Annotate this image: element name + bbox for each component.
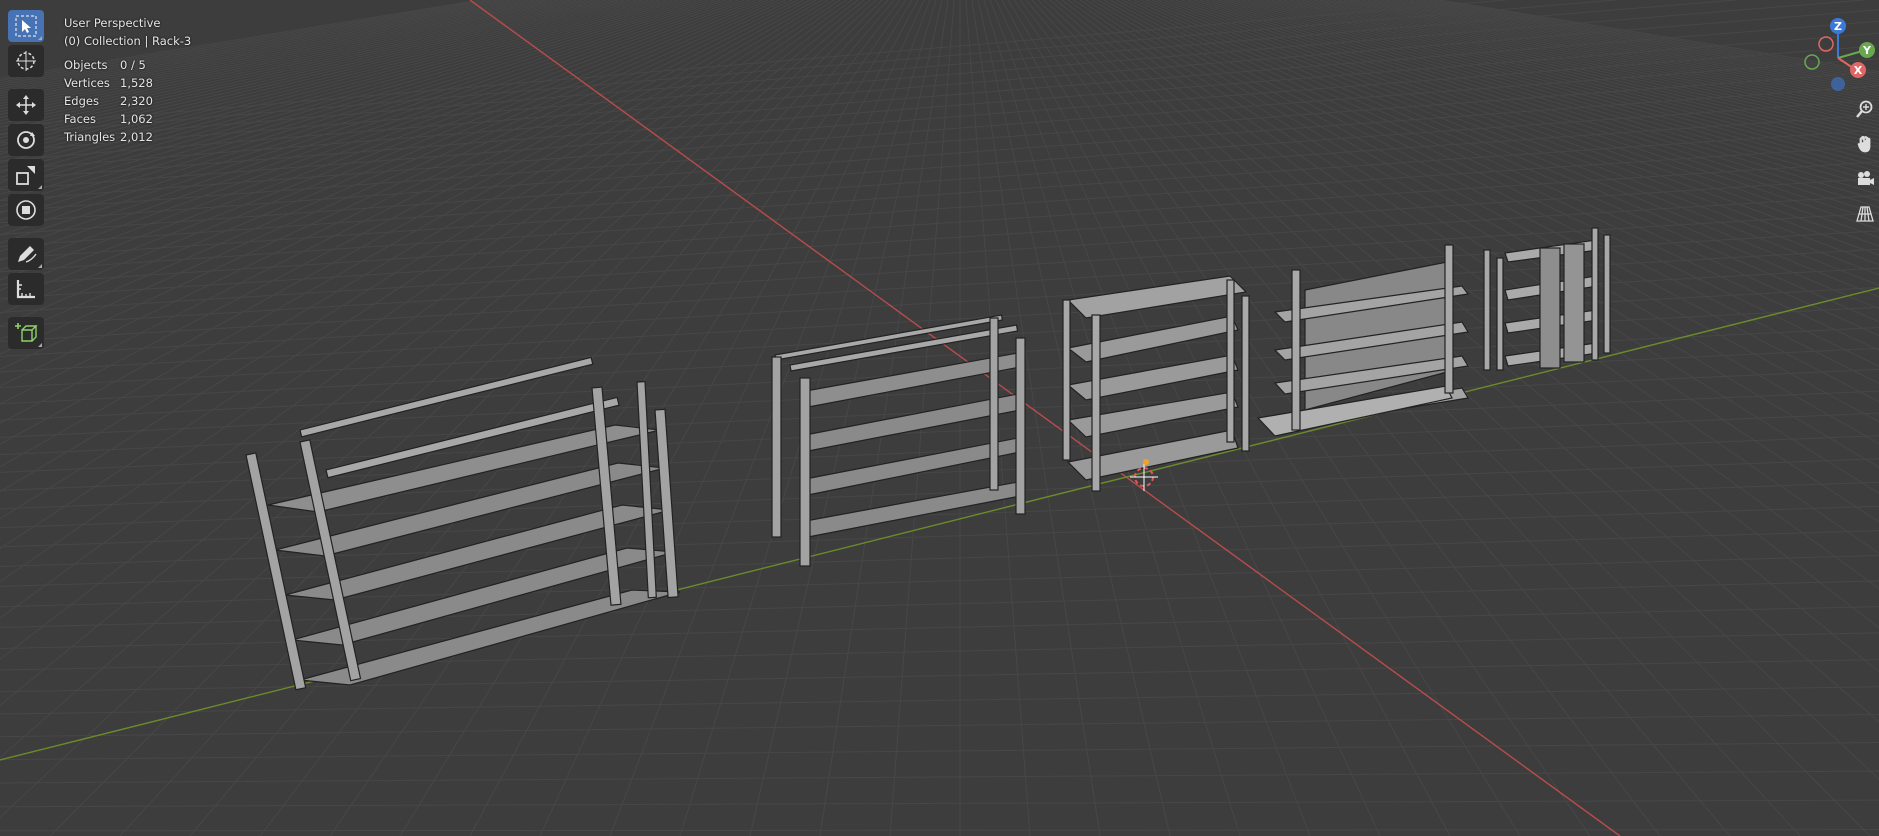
collection-info: (0) Collection | Rack-3 xyxy=(64,34,192,48)
camera-icon xyxy=(1858,171,1874,185)
stat-label: Vertices xyxy=(64,76,110,90)
view-name: User Perspective xyxy=(64,16,161,30)
rotate-icon xyxy=(17,131,35,149)
scene-statistics: Objects 0 / 5 Vertices 1,528 Edges 2,320… xyxy=(64,56,191,146)
gizmo-neg-x[interactable] xyxy=(1818,36,1834,52)
gizmo-x-axis[interactable]: X xyxy=(1850,62,1866,78)
transform-icon xyxy=(16,200,36,220)
stat-label: Faces xyxy=(64,112,96,126)
crosshair-cursor-icon xyxy=(16,51,36,71)
stat-label: Objects xyxy=(64,58,108,72)
rack-model-5[interactable] xyxy=(1483,227,1611,371)
stat-row-faces: Faces 1,062 xyxy=(64,110,191,128)
rotate-tool[interactable] xyxy=(8,124,44,156)
stat-value: 2,012 xyxy=(120,130,153,144)
stat-label: Edges xyxy=(64,94,99,108)
viewport-nav-buttons xyxy=(1852,96,1879,236)
gizmo-y-axis[interactable]: Y xyxy=(1859,42,1875,58)
gizmo-y-label: Y xyxy=(1862,44,1872,57)
measure-tool[interactable] xyxy=(8,273,44,305)
select-cursor-icon xyxy=(15,15,37,37)
stat-row-triangles: Triangles 2,012 xyxy=(64,128,191,146)
rack-model-4[interactable] xyxy=(1256,244,1470,437)
stat-value: 0 / 5 xyxy=(120,58,146,72)
add-cube-icon xyxy=(15,323,38,342)
stat-value: 1,062 xyxy=(120,112,153,126)
scale-icon xyxy=(16,166,35,185)
stat-row-vertices: Vertices 1,528 xyxy=(64,74,191,92)
select-box-tool[interactable] xyxy=(8,10,44,42)
stat-row-edges: Edges 2,320 xyxy=(64,92,191,110)
3d-viewport[interactable] xyxy=(0,0,1879,836)
hand-pan-icon xyxy=(1857,135,1871,153)
camera-view-button[interactable] xyxy=(1852,166,1878,192)
move-arrows-icon xyxy=(16,95,36,115)
zoom-button[interactable] xyxy=(1852,96,1878,122)
gizmo-neg-y[interactable] xyxy=(1804,54,1820,70)
rack-model-1[interactable] xyxy=(245,356,681,691)
transform-tool[interactable] xyxy=(8,194,44,226)
stat-value: 1,528 xyxy=(120,76,153,90)
pencil-icon xyxy=(18,246,37,263)
viewport-info-overlay: User Perspective (0) Collection | Rack-3… xyxy=(64,14,191,146)
navigation-gizmo[interactable]: Z Y X xyxy=(1800,14,1876,96)
ruler-icon xyxy=(16,280,35,299)
stat-label: Triangles xyxy=(64,130,116,144)
pan-button[interactable] xyxy=(1852,131,1878,157)
zoom-icon xyxy=(1856,100,1873,118)
scale-tool[interactable] xyxy=(8,159,44,191)
cursor-tool[interactable] xyxy=(8,45,44,77)
annotate-tool[interactable] xyxy=(8,238,44,270)
gizmo-z-label: Z xyxy=(1834,20,1842,33)
gizmo-z-axis[interactable]: Z xyxy=(1830,18,1846,34)
tool-shelf xyxy=(8,10,48,352)
stat-row-objects: Objects 0 / 5 xyxy=(64,56,191,74)
gizmo-x-label: X xyxy=(1854,64,1863,77)
move-tool[interactable] xyxy=(8,89,44,121)
grid-perspective-icon xyxy=(1856,206,1874,222)
add-cube-tool[interactable] xyxy=(8,317,44,349)
gizmo-neg-z[interactable] xyxy=(1831,77,1845,91)
perspective-toggle-button[interactable] xyxy=(1852,201,1878,227)
stat-value: 2,320 xyxy=(120,94,153,108)
